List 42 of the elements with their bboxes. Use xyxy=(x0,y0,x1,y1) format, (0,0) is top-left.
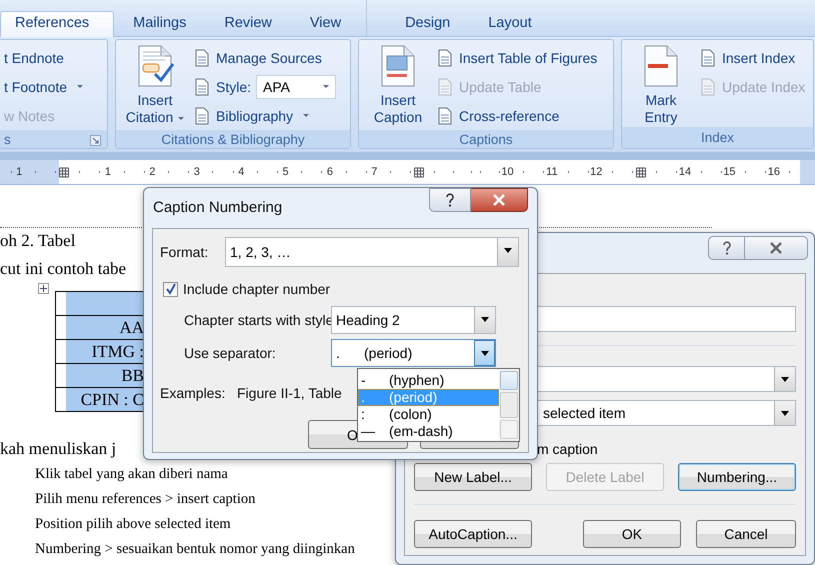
button-label: Insert xyxy=(137,92,172,109)
document-text: cut ini contoh tabe xyxy=(0,258,126,280)
group-label: Citations & Bibliography xyxy=(161,132,305,146)
ruler-number: 7 xyxy=(371,166,378,178)
ruler-number: 14 xyxy=(678,166,692,178)
group-label: Captions xyxy=(459,132,513,146)
button-label: Caption xyxy=(374,109,422,126)
ruler-number: 3 xyxy=(194,166,200,178)
document-heading: kah menuliskan j xyxy=(0,438,116,460)
checkbox-label: Include chapter number xyxy=(183,281,330,297)
checkbox-label: m caption xyxy=(537,441,599,457)
ruler-number: 10 xyxy=(501,166,514,178)
button-label: Insert xyxy=(380,92,416,109)
field-label: Format: xyxy=(160,244,210,260)
step-text: Numbering > sesuaikan bentuk nomor yang diinginkan xyxy=(35,540,355,559)
step-text: Pilih menu references > insert caption xyxy=(35,490,256,509)
button-label: Mark xyxy=(645,92,677,109)
table-cell: CPIN : C xyxy=(80,390,144,410)
group-label: Index xyxy=(700,130,734,145)
button-label: Entry xyxy=(644,109,678,126)
ruler-number: 1 xyxy=(16,166,22,178)
ruler-number: 2 xyxy=(149,166,156,178)
ruler-number: 4 xyxy=(238,166,244,178)
example-text: Figure II-1, Table xyxy=(237,385,342,401)
step-text: Position pilih above selected item xyxy=(35,515,231,534)
table-cell: ITMG : xyxy=(92,342,144,362)
ruler-number: 15 xyxy=(723,166,736,178)
ruler-number: 6 xyxy=(326,166,333,178)
field-label: Use separator: xyxy=(183,345,277,361)
table-cell: AA xyxy=(119,318,144,338)
group-label: s xyxy=(4,132,11,146)
ruler-number: 1 xyxy=(104,166,112,178)
button-label: Citation xyxy=(126,109,184,126)
ruler-number: 5 xyxy=(282,166,289,178)
field-label: Examples: xyxy=(160,385,226,401)
ruler-number: 11 xyxy=(546,166,558,178)
ruler-number: 16 xyxy=(768,166,780,178)
step-text: Klik tabel yang akan diberi nama xyxy=(35,465,228,484)
document-heading: oh 2. Tabel xyxy=(0,230,76,252)
window-title: Caption Numbering xyxy=(153,199,282,216)
ruler-number: 12 xyxy=(590,166,602,178)
table-cell: BB xyxy=(121,366,144,386)
